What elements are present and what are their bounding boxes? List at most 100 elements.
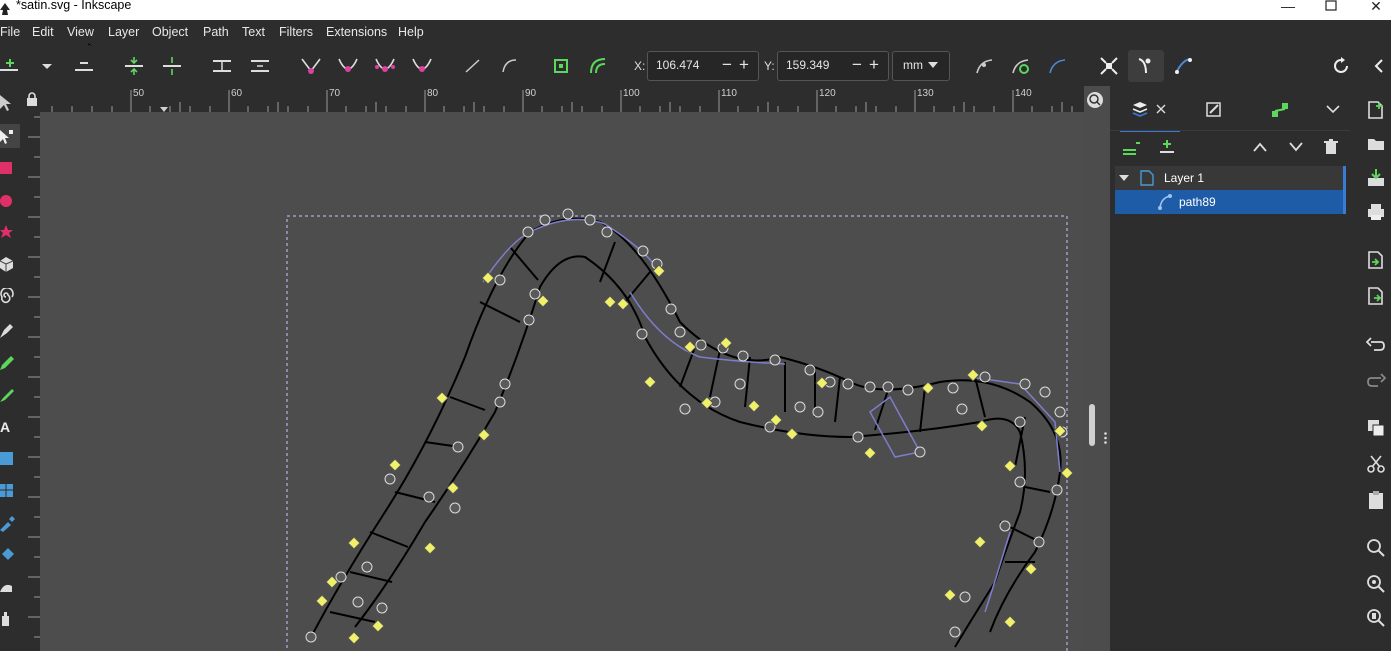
vertical-scrollbar[interactable] xyxy=(1084,86,1110,651)
menu-path[interactable]: Path xyxy=(203,25,229,39)
move-down-icon[interactable] xyxy=(1288,141,1304,153)
layer-row[interactable]: Layer 1 xyxy=(1115,166,1346,190)
3d-box-tool-icon[interactable] xyxy=(0,256,18,274)
menu-view[interactable]: View xyxy=(67,25,94,39)
show-clipping-path-icon[interactable] xyxy=(1010,55,1032,77)
show-mask-icon[interactable] xyxy=(1047,55,1069,77)
copy-icon[interactable] xyxy=(1366,418,1386,438)
y-coordinate-field[interactable]: 159.349 − + xyxy=(777,51,889,81)
line-segment-icon[interactable] xyxy=(462,55,484,77)
chevron-down-icon xyxy=(1326,105,1340,114)
show-handles-icon[interactable] xyxy=(974,55,996,77)
object-row-selected[interactable]: path89 xyxy=(1115,190,1346,214)
panel-resize-handle[interactable] xyxy=(1104,432,1107,444)
x-increment-icon[interactable]: + xyxy=(739,55,749,75)
selector-tool-icon[interactable] xyxy=(0,94,18,112)
minimize-button[interactable]: — xyxy=(1268,0,1308,20)
scrollbar-thumb[interactable] xyxy=(1089,404,1095,446)
spray-tool-icon[interactable] xyxy=(0,610,18,628)
satin-rungs xyxy=(329,241,1051,623)
expand-triangle-icon[interactable] xyxy=(1118,173,1130,183)
paint-bucket-tool-icon[interactable] xyxy=(0,546,18,564)
text-tool-icon[interactable]: A xyxy=(0,418,18,436)
show-path-direction-icon[interactable] xyxy=(1173,55,1195,77)
tweak-tool-icon[interactable] xyxy=(0,578,18,596)
undo-icon[interactable] xyxy=(1366,334,1386,354)
zoom-selection-icon[interactable] xyxy=(1366,538,1386,558)
object-name: path89 xyxy=(1179,195,1216,209)
horizontal-ruler: 50 60 70 80 90 100 110 120 130 140 xyxy=(40,86,1084,112)
mesh-tool-icon[interactable] xyxy=(0,482,18,500)
tab-menu[interactable] xyxy=(1320,86,1350,130)
auto-smooth-node-icon[interactable] xyxy=(411,55,433,77)
delete-segment-icon[interactable] xyxy=(249,55,271,77)
rectangle-tool-icon[interactable] xyxy=(0,160,18,178)
zoom-page-icon[interactable] xyxy=(1366,608,1386,628)
export-icon[interactable] xyxy=(1366,286,1386,306)
menu-filters[interactable]: Filters xyxy=(279,25,313,39)
redo-icon[interactable] xyxy=(1366,370,1386,390)
pen-tool-icon[interactable] xyxy=(0,322,18,340)
tab-layers-objects[interactable] xyxy=(1120,86,1180,132)
tab-xml-editor[interactable] xyxy=(1255,86,1305,130)
curve-segment-icon[interactable] xyxy=(499,55,521,77)
lock-guides-icon[interactable] xyxy=(26,92,38,106)
delete-node-icon[interactable] xyxy=(73,55,95,77)
insert-dropdown-icon[interactable] xyxy=(36,55,58,77)
tab-fill-stroke[interactable] xyxy=(1190,86,1240,130)
import-icon[interactable] xyxy=(1366,250,1386,270)
drawing-canvas[interactable] xyxy=(40,112,1084,651)
show-transform-handles-icon[interactable] xyxy=(1098,55,1120,77)
spiral-tool-icon[interactable] xyxy=(0,288,18,306)
save-icon[interactable] xyxy=(1366,168,1386,188)
show-outline-toggle[interactable] xyxy=(1128,50,1164,82)
add-sublayer-icon[interactable] xyxy=(1158,138,1178,156)
star-tool-icon[interactable] xyxy=(0,224,18,242)
insert-node-icon[interactable] xyxy=(0,55,22,77)
menu-object[interactable]: Object xyxy=(152,25,188,39)
maximize-button[interactable] xyxy=(1311,0,1351,20)
node-tool-active[interactable] xyxy=(0,124,20,148)
calligraphy-tool-icon[interactable] xyxy=(0,386,18,404)
zoom-drawing-icon[interactable] xyxy=(1366,574,1386,594)
menu-text[interactable]: Text xyxy=(242,25,265,39)
symmetric-node-icon[interactable] xyxy=(374,55,396,77)
cut-icon[interactable] xyxy=(1366,454,1386,474)
satin-path-drawing[interactable] xyxy=(40,112,1084,651)
ellipse-tool-icon[interactable] xyxy=(0,192,18,210)
xml-editor-icon xyxy=(1272,103,1288,117)
smooth-node-icon[interactable] xyxy=(337,55,359,77)
print-icon[interactable] xyxy=(1366,202,1386,222)
zoom-correction-icon[interactable] xyxy=(1086,91,1104,109)
close-window-button[interactable]: ✕ xyxy=(1356,0,1391,20)
snap-menu-chevron-icon[interactable] xyxy=(1369,55,1391,77)
cusp-node-icon[interactable] xyxy=(300,55,322,77)
x-coordinate-field[interactable]: 106.474 − + xyxy=(647,51,759,81)
menu-file[interactable]: File xyxy=(0,25,20,39)
pencil-tool-icon[interactable] xyxy=(0,354,18,372)
unit-select[interactable]: mm xyxy=(892,51,950,81)
menu-layer[interactable]: Layer xyxy=(108,25,139,39)
join-nodes-icon[interactable] xyxy=(123,55,145,77)
object-to-path-icon[interactable] xyxy=(550,55,572,77)
open-document-icon[interactable] xyxy=(1366,134,1386,154)
gradient-tool-icon[interactable] xyxy=(0,450,18,468)
move-up-icon[interactable] xyxy=(1252,141,1268,153)
stroke-to-path-icon[interactable] xyxy=(587,55,609,77)
x-decrement-icon[interactable]: − xyxy=(722,55,732,75)
handle-markers[interactable] xyxy=(315,264,1074,645)
close-tab-icon[interactable] xyxy=(1156,104,1166,114)
y-increment-icon[interactable]: + xyxy=(869,55,879,75)
menu-help[interactable]: Help xyxy=(398,25,424,39)
join-segment-icon[interactable] xyxy=(211,55,233,77)
y-decrement-icon[interactable]: − xyxy=(852,55,862,75)
new-document-icon[interactable] xyxy=(1366,100,1386,120)
paste-icon[interactable] xyxy=(1366,490,1386,510)
menu-edit[interactable]: Edit xyxy=(32,25,54,39)
snapping-icon[interactable] xyxy=(1330,55,1352,77)
break-path-icon[interactable] xyxy=(161,55,183,77)
menu-extensions[interactable]: Extensions xyxy=(326,25,387,39)
dropper-tool-icon[interactable] xyxy=(0,514,18,532)
add-layer-icon[interactable] xyxy=(1122,140,1142,158)
delete-icon[interactable] xyxy=(1324,139,1338,155)
